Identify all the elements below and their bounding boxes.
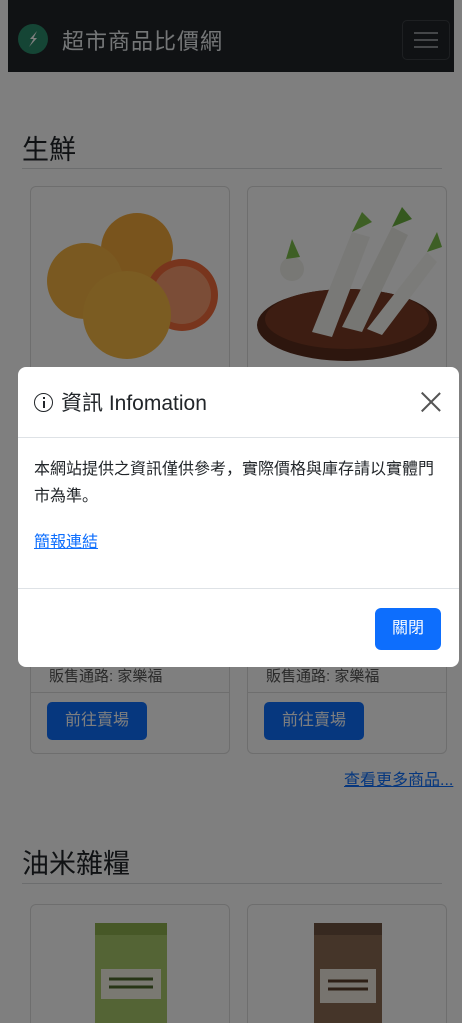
modal-title-text: 資訊 Infomation [61,392,207,415]
info-modal: 資訊 Infomation 本網站提供之資訊僅供參考，實際價格與庫存請以實體門市… [18,367,459,667]
presentation-link[interactable]: 簡報連結 [34,528,98,552]
close-button[interactable]: 關閉 [375,608,441,650]
info-icon [34,392,53,412]
modal-header: 資訊 Infomation [18,367,459,438]
modal-body-text: 本網站提供之資訊僅供參考，實際價格與庫存請以實體門市為準。 [34,461,435,505]
modal-title: 資訊 Infomation [34,387,207,417]
close-icon[interactable] [420,391,442,413]
